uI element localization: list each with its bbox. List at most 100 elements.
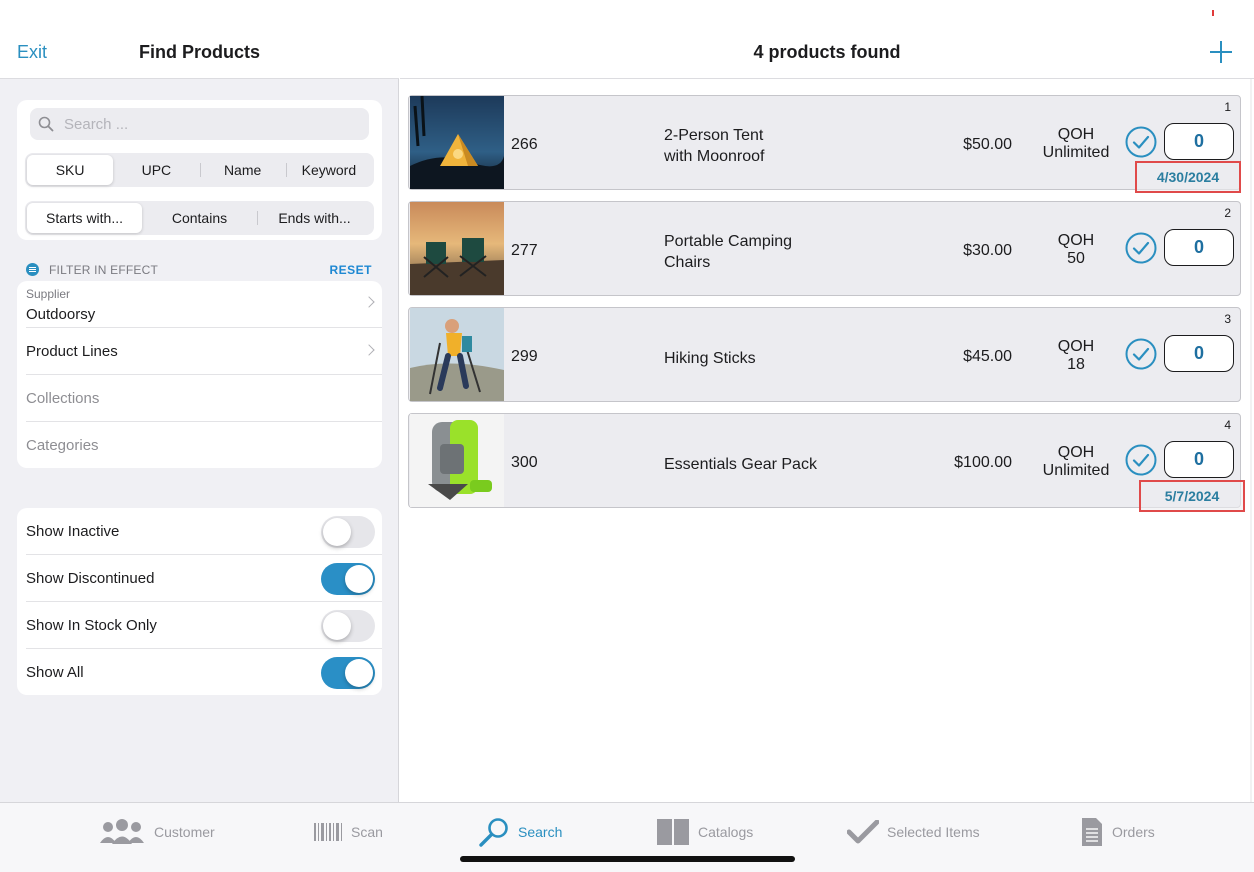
supplier-row[interactable]: Supplier Outdoorsy — [26, 281, 382, 328]
search-field-selector: SKU UPC Name Keyword — [25, 153, 374, 187]
checkmark-icon — [847, 820, 879, 844]
product-name-line: Essentials Gear Pack — [664, 456, 817, 473]
segment-starts-with[interactable]: Starts with... — [27, 203, 142, 233]
toggles-card: Show Inactive Show Discontinued Show In … — [17, 508, 382, 695]
checkmark-circle-icon[interactable] — [1125, 232, 1157, 264]
quantity-input[interactable] — [1164, 441, 1234, 478]
toggle-knob — [323, 612, 351, 640]
checkmark-circle-icon[interactable] — [1125, 338, 1157, 370]
filter-in-effect-label: FILTER IN EFFECT — [49, 263, 158, 277]
toggle-row-in-stock: Show In Stock Only — [26, 602, 382, 649]
search-field[interactable] — [30, 108, 369, 140]
product-price: $45.00 — [963, 348, 1012, 365]
checkmark-circle-icon[interactable] — [1125, 126, 1157, 158]
segment-name[interactable]: Name — [199, 155, 286, 185]
status-marker — [1212, 10, 1214, 16]
checkmark-circle-icon[interactable] — [1125, 444, 1157, 476]
qoh-label: QOH — [1057, 338, 1095, 355]
tab-label: Catalogs — [698, 824, 754, 840]
filter-panel: Exit Find Products SKU UPC Name Keyword … — [0, 0, 399, 802]
book-icon — [657, 819, 689, 845]
show-inactive-toggle[interactable] — [321, 516, 375, 548]
quantity-input[interactable] — [1164, 229, 1234, 266]
show-all-toggle[interactable] — [321, 657, 375, 689]
product-date: 5/7/2024 — [1139, 480, 1245, 512]
barcode-icon — [314, 823, 342, 841]
search-icon — [38, 116, 54, 132]
tab-scan[interactable]: Scan — [313, 817, 383, 847]
segment-sku[interactable]: SKU — [27, 155, 114, 185]
product-row[interactable]: 299 Hiking Sticks $45.00 QOH 18 3 — [408, 307, 1241, 402]
add-icon[interactable] — [1210, 41, 1232, 63]
quantity-input[interactable] — [1164, 123, 1234, 160]
filter-status-row: FILTER IN EFFECT RESET — [26, 262, 382, 278]
reset-button[interactable]: RESET — [329, 263, 372, 277]
product-price: $30.00 — [963, 242, 1012, 259]
magnifier-icon — [479, 818, 508, 847]
product-row[interactable]: 300 Essentials Gear Pack $100.00 QOH Unl… — [408, 413, 1241, 508]
product-row[interactable]: 266 2-Person Tent with Moonroof $50.00 Q… — [408, 95, 1241, 190]
results-title: 4 products found — [753, 42, 901, 62]
toggle-knob — [323, 518, 351, 546]
tab-orders[interactable]: Orders — [1080, 817, 1155, 847]
supplier-value: Outdoorsy — [26, 306, 96, 323]
toggle-label: Show All — [26, 664, 84, 681]
supplier-label: Supplier — [26, 287, 71, 301]
tab-customer[interactable]: Customer — [98, 817, 215, 847]
product-image-hiking-sticks — [410, 308, 504, 401]
segment-upc[interactable]: UPC — [113, 155, 199, 185]
product-index: 2 — [1224, 206, 1231, 220]
tab-search[interactable]: Search — [478, 817, 562, 847]
product-name-line: Hiking Sticks — [664, 350, 756, 367]
product-qoh: QOH 18 — [1033, 338, 1119, 374]
document-icon — [1082, 818, 1102, 846]
product-lines-row[interactable]: Product Lines — [26, 328, 382, 375]
product-row[interactable]: 277 Portable Camping Chairs $30.00 QOH 5… — [408, 201, 1241, 296]
product-image-gear-pack — [410, 414, 504, 507]
collections-label: Collections — [26, 390, 100, 407]
segment-ends-with[interactable]: Ends with... — [257, 203, 372, 233]
page-title: Find Products — [139, 42, 260, 62]
left-header: Exit Find Products — [0, 0, 399, 79]
show-in-stock-toggle[interactable] — [321, 610, 375, 642]
segment-keyword[interactable]: Keyword — [285, 155, 372, 185]
search-input[interactable] — [64, 108, 354, 140]
tab-label: Search — [518, 824, 563, 840]
product-qoh: QOH 50 — [1033, 232, 1119, 268]
product-price: $100.00 — [954, 454, 1012, 471]
chevron-right-icon — [363, 296, 375, 308]
quantity-input[interactable] — [1164, 335, 1234, 372]
categories-row[interactable]: Categories — [26, 422, 382, 469]
qoh-value: 50 — [1067, 250, 1085, 267]
collections-row[interactable]: Collections — [26, 375, 382, 422]
toggle-row-all: Show All — [26, 649, 382, 696]
toggle-row-inactive: Show Inactive — [26, 508, 382, 555]
show-discontinued-toggle[interactable] — [321, 563, 375, 595]
chevron-right-icon — [363, 344, 375, 356]
toggle-label: Show Discontinued — [26, 570, 155, 587]
tab-catalogs[interactable]: Catalogs — [656, 817, 753, 847]
results-header: 4 products found — [400, 0, 1254, 79]
product-name-line: Chairs — [664, 254, 711, 271]
product-name: Hiking Sticks — [664, 348, 884, 369]
tab-label: Customer — [154, 824, 215, 840]
product-index: 4 — [1224, 418, 1231, 432]
toggle-label: Show In Stock Only — [26, 617, 157, 634]
product-lines-label: Product Lines — [26, 343, 118, 360]
product-name: Portable Camping Chairs — [664, 231, 884, 273]
tab-selected-items[interactable]: Selected Items — [847, 817, 980, 847]
toggle-label: Show Inactive — [26, 523, 120, 540]
product-name-line: Portable Camping — [664, 233, 793, 250]
qoh-label: QOH — [1057, 232, 1095, 249]
categories-label: Categories — [26, 437, 99, 454]
product-qoh: QOH Unlimited — [1033, 126, 1119, 162]
product-sku: 266 — [511, 136, 538, 153]
qoh-value: 18 — [1067, 356, 1085, 373]
product-name: Essentials Gear Pack — [664, 454, 884, 475]
product-index: 1 — [1224, 100, 1231, 114]
qoh-label: QOH — [1057, 126, 1095, 143]
product-image-chairs — [410, 202, 504, 295]
product-index: 3 — [1224, 312, 1231, 326]
segment-contains[interactable]: Contains — [142, 203, 257, 233]
toggle-knob — [345, 565, 373, 593]
